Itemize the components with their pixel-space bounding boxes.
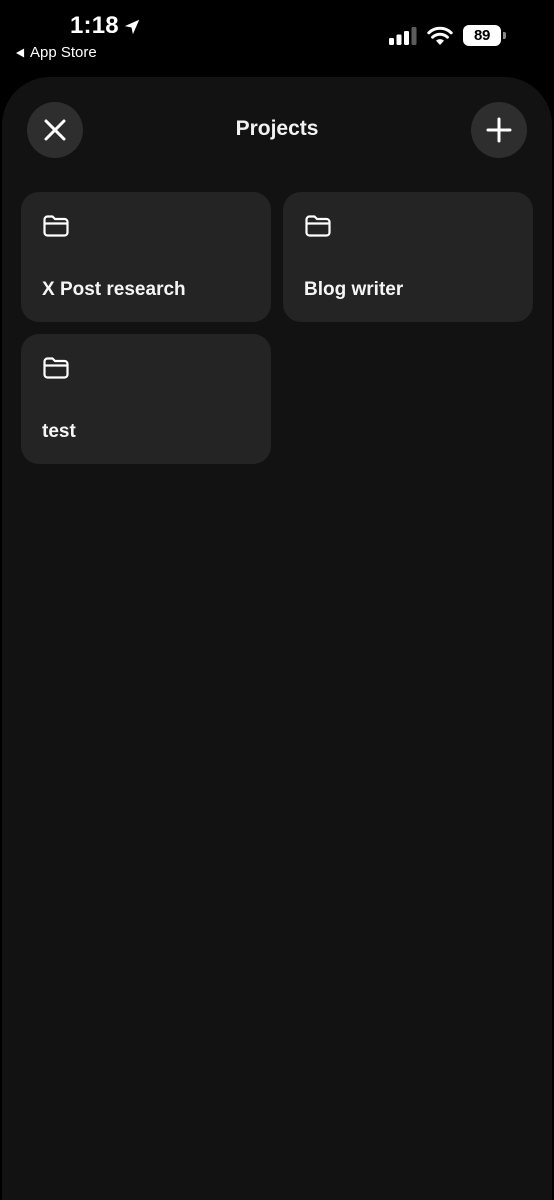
project-name: X Post research — [42, 279, 186, 300]
folder-icon — [43, 357, 69, 379]
page-title: Projects — [235, 117, 319, 140]
location-arrow-icon — [124, 19, 140, 34]
plus-icon — [486, 117, 512, 143]
project-name: Blog writer — [304, 279, 404, 300]
project-card-x-post-research[interactable]: X Post research — [21, 192, 271, 322]
battery-indicator: 89 — [463, 25, 506, 46]
battery-level: 89 — [463, 25, 501, 46]
status-time: 1:18 — [70, 12, 119, 39]
projects-grid: X Post research Blog writer test — [21, 192, 533, 464]
projects-sheet: Projects X Post research Blog writer tes… — [2, 77, 552, 1200]
wifi-icon — [427, 26, 453, 45]
add-project-button[interactable] — [471, 102, 527, 158]
time-group: 1:18 — [70, 12, 141, 40]
folder-icon — [43, 215, 69, 237]
back-to-app-link[interactable]: App Store — [16, 44, 97, 61]
status-indicators: 89 — [389, 25, 506, 46]
project-card-test[interactable]: test — [21, 334, 271, 464]
screen: 1:18 App Store 89 Projects X Post resear… — [0, 0, 554, 1200]
status-bar: 1:18 App Store 89 — [0, 0, 554, 70]
folder-icon — [305, 215, 331, 237]
project-name: test — [42, 421, 76, 442]
cellular-signal-icon — [389, 26, 417, 45]
project-card-blog-writer[interactable]: Blog writer — [283, 192, 533, 322]
back-triangle-icon — [16, 48, 25, 57]
battery-cap — [503, 32, 506, 39]
back-app-label: App Store — [30, 44, 97, 61]
